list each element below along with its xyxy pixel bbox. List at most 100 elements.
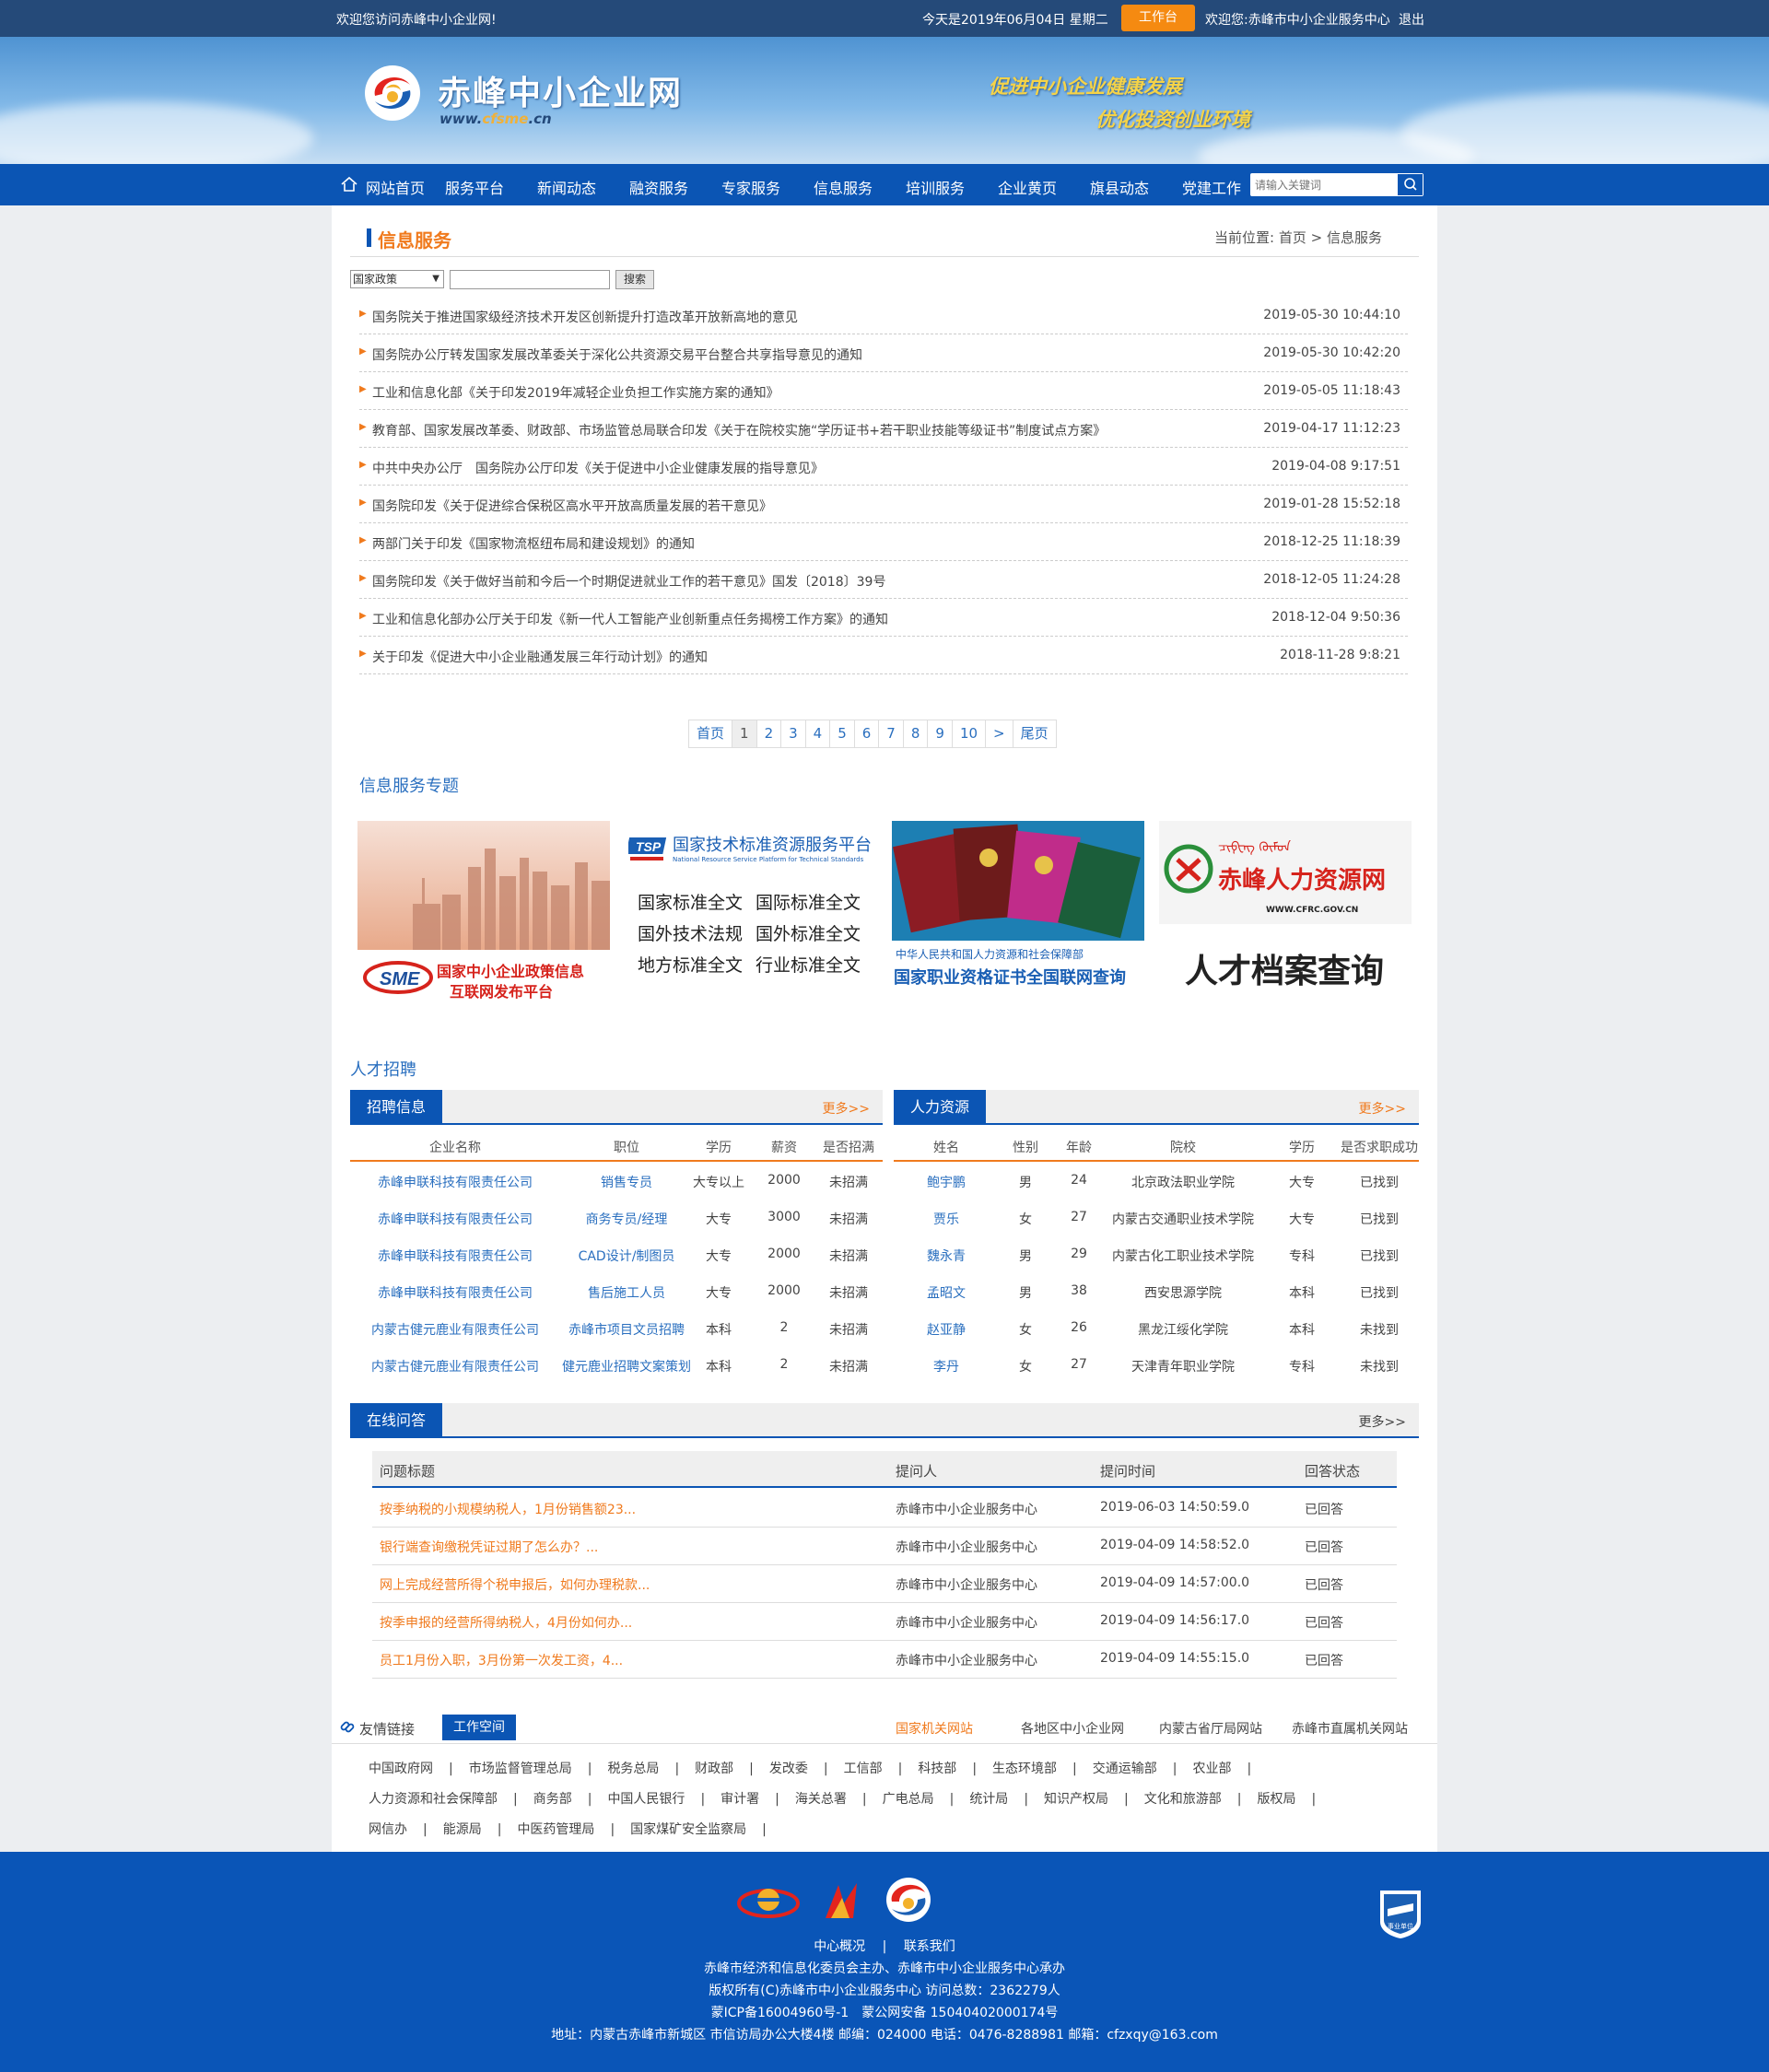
position-link[interactable]: CAD设计/制图员 — [579, 1247, 675, 1265]
keyword-input[interactable] — [450, 270, 610, 289]
banner-tech-standards[interactable]: TSP 国家技术标准资源服务平台 National Resource Servi… — [625, 821, 877, 1001]
position-link[interactable]: 赤峰市项目文员招聘 — [568, 1320, 685, 1339]
friend-link[interactable]: 发改委 — [769, 1762, 808, 1776]
breadcrumb-current[interactable]: 信息服务 — [1327, 229, 1382, 246]
page-link[interactable]: 9 — [928, 720, 953, 747]
company-link[interactable]: 赤峰申联科技有限责任公司 — [378, 1283, 533, 1302]
page-link[interactable]: 1 — [732, 720, 757, 747]
news-title[interactable]: 工业和信息化部《关于印发2019年减轻企业负担工作实施方案的通知》 — [372, 383, 779, 402]
candidate-link[interactable]: 孟昭文 — [927, 1283, 966, 1302]
logout-link[interactable]: 退出 — [1399, 10, 1424, 29]
page-link[interactable]: 10 — [953, 720, 987, 747]
candidate-link[interactable]: 赵亚静 — [927, 1320, 966, 1339]
friend-link[interactable]: 统计局 — [969, 1792, 1008, 1807]
page-link[interactable]: 3 — [781, 720, 806, 747]
candidate-link[interactable]: 鲍宇鹏 — [927, 1173, 966, 1191]
nav-item-home[interactable]: 网站首页 — [366, 176, 425, 198]
position-link[interactable]: 售后施工人员 — [588, 1283, 665, 1302]
friend-link[interactable]: 生态环境部 — [992, 1762, 1057, 1776]
friend-link[interactable]: 中国人民银行 — [607, 1792, 685, 1807]
candidate-link[interactable]: 贾乐 — [933, 1210, 959, 1228]
tab-workspace[interactable]: 工作空间 — [442, 1715, 516, 1740]
news-title[interactable]: 教育部、国家发展改革委、财政部、市场监管总局联合印发《关于在院校实施“学历证书+… — [372, 421, 1106, 439]
company-link[interactable]: 赤峰申联科技有限责任公司 — [378, 1173, 533, 1191]
question-link[interactable]: 员工1月份入职，3月份第一次发工资，4... — [380, 1651, 623, 1669]
company-link[interactable]: 赤峰申联科技有限责任公司 — [378, 1247, 533, 1265]
question-link[interactable]: 网上完成经营所得个税申报后，如何办理税款... — [380, 1575, 650, 1594]
news-item[interactable]: ▶ 关于印发《促进大中小企业融通发展三年行动计划》的通知 2018-11-28 9:… — [359, 637, 1408, 674]
friend-link[interactable]: 知识产权局 — [1044, 1792, 1108, 1807]
friend-link[interactable]: 版权局 — [1257, 1792, 1295, 1807]
friend-link[interactable]: 农业部 — [1192, 1762, 1231, 1776]
category-select[interactable]: 国家政策 ▼ — [350, 270, 444, 288]
page-link[interactable]: 2 — [757, 720, 782, 747]
friend-link[interactable]: 商务部 — [533, 1792, 572, 1807]
page-link[interactable]: 尾页 — [1013, 720, 1056, 747]
recruit-more-link[interactable]: 更多>> — [823, 1099, 870, 1118]
friend-link[interactable]: 网信办 — [369, 1822, 407, 1837]
page-link[interactable]: 5 — [830, 720, 855, 747]
page-link[interactable]: 8 — [904, 720, 929, 747]
news-item[interactable]: ▶ 中共中央办公厅 国务院办公厅印发《关于促进中小企业健康发展的指导意见》 2019… — [359, 448, 1408, 486]
page-link[interactable]: 7 — [879, 720, 904, 747]
nav-item-party-building[interactable]: 党建工作 — [1182, 176, 1241, 198]
news-title[interactable]: 中共中央办公厅 国务院办公厅印发《关于促进中小企业健康发展的指导意见》 — [372, 459, 824, 477]
site-logo-icon[interactable] — [362, 63, 423, 123]
qa-row[interactable]: 网上完成经营所得个税申报后，如何办理税款... 赤峰市中小企业服务中心 2019-0… — [372, 1565, 1397, 1603]
company-link[interactable]: 赤峰申联科技有限责任公司 — [378, 1210, 533, 1228]
friend-link[interactable]: 审计署 — [720, 1792, 759, 1807]
news-title[interactable]: 国务院办公厅转发国家发展改革委关于深化公共资源交易平台整合共享指导意见的通知 — [372, 345, 862, 364]
question-link[interactable]: 按季纳税的小规模纳税人，1月份销售额23... — [380, 1500, 636, 1518]
banner-talent-archive[interactable]: ᠴᠢᠹᠧᠩ ᠬᠦᠮᠦᠨ 赤峰人力资源网 WWW.CFRC.GOV.CN 人才档案… — [1159, 821, 1412, 1001]
page-link[interactable]: 6 — [855, 720, 880, 747]
qa-row[interactable]: 银行端查询缴税凭证过期了怎么办？... 赤峰市中小企业服务中心 2019-04-09… — [372, 1528, 1397, 1565]
tab-provincial-depts[interactable]: 内蒙古省厅局网站 — [1159, 1719, 1262, 1738]
breadcrumb-home[interactable]: 首页 — [1279, 229, 1306, 246]
nav-item-yellow-pages[interactable]: 企业黄页 — [998, 176, 1057, 198]
tab-city-agencies[interactable]: 赤峰市直属机关网站 — [1292, 1719, 1408, 1738]
news-item[interactable]: ▶ 工业和信息化部《关于印发2019年减轻企业负担工作实施方案的通知》 2019-0… — [359, 372, 1408, 410]
friend-link[interactable]: 市场监督管理总局 — [469, 1762, 572, 1776]
friend-link[interactable]: 中国政府网 — [369, 1762, 433, 1776]
question-link[interactable]: 银行端查询缴税凭证过期了怎么办？... — [380, 1538, 598, 1556]
footer-link-about[interactable]: 中心概况 — [814, 1939, 865, 1954]
news-title[interactable]: 国务院印发《关于促进综合保税区高水平开放高质量发展的若干意见》 — [372, 497, 772, 515]
banner-vocational-cert[interactable]: 中华人民共和国人力资源和社会保障部 国家职业资格证书全国联网查询 — [892, 821, 1144, 1001]
news-title[interactable]: 关于印发《促进大中小企业融通发展三年行动计划》的通知 — [372, 648, 708, 666]
news-item[interactable]: ▶ 国务院印发《关于促进综合保税区高水平开放高质量发展的若干意见》 2019-01-… — [359, 486, 1408, 523]
position-link[interactable]: 商务专员/经理 — [586, 1210, 668, 1228]
news-title[interactable]: 工业和信息化部办公厅关于印发《新一代人工智能产业创新重点任务揭榜工作方案》的通知 — [372, 610, 888, 628]
search-button[interactable] — [1397, 174, 1423, 195]
workspace-button[interactable]: 工作台 — [1121, 5, 1195, 31]
search-submit-button[interactable]: 搜索 — [615, 270, 654, 289]
news-item[interactable]: ▶ 国务院关于推进国家级经济技术开发区创新提升打造改革开放新高地的意见 2019-0… — [359, 297, 1408, 334]
friend-link[interactable]: 中医药管理局 — [517, 1822, 594, 1837]
public-institution-badge-icon[interactable]: 事业单位 — [1377, 1885, 1424, 1940]
page-link[interactable]: 4 — [806, 720, 831, 747]
nav-item-financing[interactable]: 融资服务 — [629, 176, 688, 198]
search-input[interactable] — [1255, 176, 1393, 193]
banner-sme-policy[interactable]: SME 国家中小企业政策信息 互联网发布平台 — [357, 821, 610, 1001]
footer-link-contact[interactable]: 联系我们 — [904, 1939, 955, 1954]
friend-link[interactable]: 海关总署 — [795, 1792, 847, 1807]
friend-link[interactable]: 能源局 — [443, 1822, 482, 1837]
candidate-link[interactable]: 魏永青 — [927, 1247, 966, 1265]
tab-recruit[interactable]: 招聘信息 — [350, 1090, 442, 1125]
qa-row[interactable]: 员工1月份入职，3月份第一次发工资，4... 赤峰市中小企业服务中心 2019-04… — [372, 1641, 1397, 1679]
company-link[interactable]: 内蒙古健元鹿业有限责任公司 — [371, 1320, 539, 1339]
friend-link[interactable]: 财政部 — [695, 1762, 733, 1776]
position-link[interactable]: 健元鹿业招聘文案策划 — [562, 1357, 691, 1375]
qa-more-link[interactable]: 更多>> — [1359, 1412, 1406, 1431]
friend-link[interactable]: 人力资源和社会保障部 — [369, 1792, 498, 1807]
hr-more-link[interactable]: 更多>> — [1359, 1099, 1406, 1118]
nav-item-county-news[interactable]: 旗县动态 — [1090, 176, 1149, 198]
tab-national-agencies[interactable]: 国家机关网站 — [896, 1719, 973, 1738]
news-item[interactable]: ▶ 两部门关于印发《国家物流枢纽布局和建设规划》的通知 2018-12-25 11:… — [359, 523, 1408, 561]
friend-link[interactable]: 文化和旅游部 — [1144, 1792, 1222, 1807]
friend-link[interactable]: 广电总局 — [883, 1792, 934, 1807]
site-name[interactable]: 赤峰中小企业网 — [438, 66, 683, 114]
news-item[interactable]: ▶ 工业和信息化部办公厅关于印发《新一代人工智能产业创新重点任务揭榜工作方案》的通… — [359, 599, 1408, 637]
company-link[interactable]: 内蒙古健元鹿业有限责任公司 — [371, 1357, 539, 1375]
friend-link[interactable]: 工信部 — [844, 1762, 883, 1776]
news-item[interactable]: ▶ 国务院印发《关于做好当前和今后一个时期促进就业工作的若干意见》国发〔2018〕… — [359, 561, 1408, 599]
